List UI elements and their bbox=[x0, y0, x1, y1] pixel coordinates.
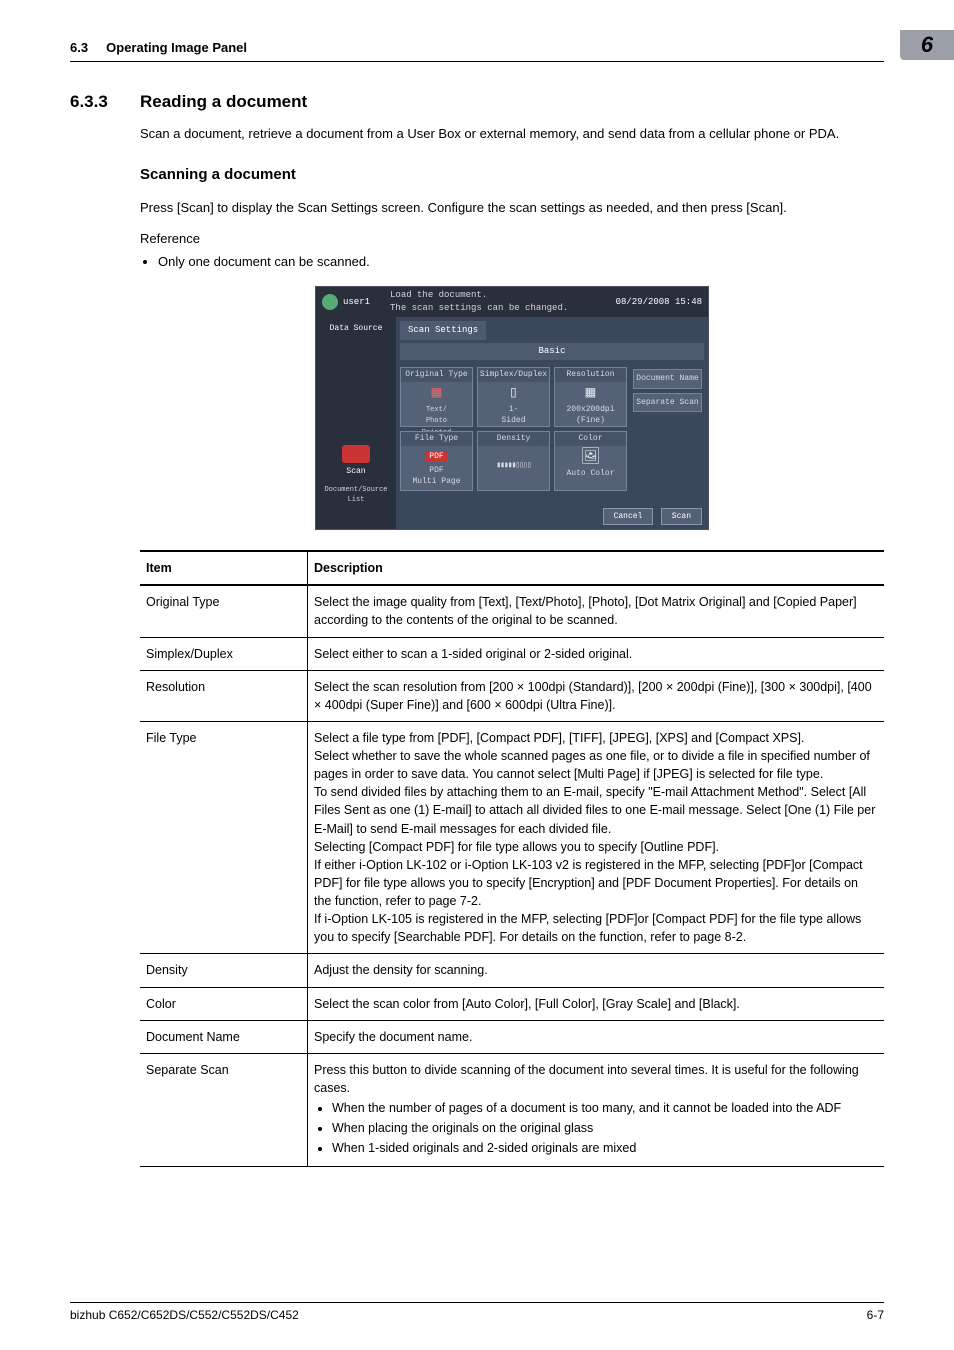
mfp-basic-tab[interactable]: Basic bbox=[400, 343, 704, 360]
reference-label: Reference bbox=[140, 230, 884, 249]
cell-item: Original Type bbox=[140, 585, 308, 637]
cell-desc: Specify the document name. bbox=[308, 1020, 885, 1053]
scanner-icon bbox=[342, 445, 370, 463]
reference-item: Only one document can be scanned. bbox=[158, 253, 884, 272]
cell-desc: Select the image quality from [Text], [T… bbox=[308, 585, 885, 637]
cell-desc-bullet: When the number of pages of a document i… bbox=[332, 1099, 878, 1117]
cell-desc: Select either to scan a 1-sided original… bbox=[308, 637, 885, 670]
mfp-msg1: Load the document. bbox=[390, 289, 568, 302]
header-rule bbox=[70, 61, 884, 62]
footer-model: bizhub C652/C652DS/C552/C552DS/C452 bbox=[70, 1308, 299, 1322]
mfp-data-source-label: Data Source bbox=[316, 323, 396, 335]
table-row: Resolution Select the scan resolution fr… bbox=[140, 670, 884, 721]
mfp-user: user1 bbox=[343, 296, 370, 309]
tile-header: Color bbox=[555, 432, 626, 446]
cell-desc-bullet: When placing the originals on the origin… bbox=[332, 1119, 878, 1137]
cell-item: File Type bbox=[140, 721, 308, 954]
subsection-intro: Press [Scan] to display the Scan Setting… bbox=[140, 199, 884, 218]
tile-value: 200x200dpi (Fine) bbox=[566, 405, 614, 426]
mfp-tab-scan-settings[interactable]: Scan Settings bbox=[400, 321, 486, 340]
mfp-tile-simplex-duplex[interactable]: Simplex/Duplex ▯ 1- Sided bbox=[477, 367, 550, 427]
color-icon: 🖼 bbox=[557, 449, 624, 465]
tile-header: File Type bbox=[401, 432, 472, 446]
table-row: File Type Select a file type from [PDF],… bbox=[140, 721, 884, 954]
cell-desc-text: Press this button to divide scanning of … bbox=[314, 1063, 859, 1095]
section-number: 6.3.3 bbox=[70, 92, 140, 112]
mfp-separate-scan-button[interactable]: Separate Scan bbox=[633, 393, 702, 413]
cell-desc: Press this button to divide scanning of … bbox=[308, 1053, 885, 1167]
tile-value: Auto Color bbox=[566, 469, 614, 478]
mfp-screenshot: user1 Load the document. The scan settin… bbox=[315, 286, 709, 530]
user-icon bbox=[322, 294, 338, 310]
table-row: Document Name Specify the document name. bbox=[140, 1020, 884, 1053]
table-row: Simplex/Duplex Select either to scan a 1… bbox=[140, 637, 884, 670]
mfp-document-name-button[interactable]: Document Name bbox=[633, 369, 702, 389]
tile-header: Simplex/Duplex bbox=[478, 368, 549, 382]
mfp-scan-button[interactable]: Scan bbox=[661, 508, 702, 526]
cell-item: Color bbox=[140, 987, 308, 1020]
tile-value: 1- Sided bbox=[501, 405, 525, 426]
cell-desc-bullet: When 1-sided originals and 2-sided origi… bbox=[332, 1139, 878, 1157]
footer-page-number: 6-7 bbox=[867, 1308, 884, 1322]
header-section-title: Operating Image Panel bbox=[106, 40, 247, 55]
settings-table: Item Description Original Type Select th… bbox=[140, 550, 884, 1167]
table-row: Color Select the scan color from [Auto C… bbox=[140, 987, 884, 1020]
table-row: Separate Scan Press this button to divid… bbox=[140, 1053, 884, 1167]
cell-desc: Adjust the density for scanning. bbox=[308, 954, 885, 987]
mfp-tile-color[interactable]: Color 🖼 Auto Color bbox=[554, 431, 627, 491]
cell-item: Resolution bbox=[140, 670, 308, 721]
chapter-badge: 6 bbox=[900, 30, 954, 60]
tile-value: ▮▮▮▮▮▯▯▯▯ bbox=[480, 460, 547, 472]
mfp-tile-resolution[interactable]: Resolution ▦ 200x200dpi (Fine) bbox=[554, 367, 627, 427]
mfp-msg2: The scan settings can be changed. bbox=[390, 302, 568, 315]
cell-item: Separate Scan bbox=[140, 1053, 308, 1167]
mfp-tile-file-type[interactable]: File Type PDF PDF Multi Page bbox=[400, 431, 473, 491]
tile-header: Resolution bbox=[555, 368, 626, 382]
cell-item: Document Name bbox=[140, 1020, 308, 1053]
section-heading: 6.3.3 Reading a document bbox=[70, 92, 884, 112]
cell-desc: Select the scan resolution from [200 × 1… bbox=[308, 670, 885, 721]
mfp-datetime: 08/29/2008 15:48 bbox=[616, 296, 702, 309]
table-row: Density Adjust the density for scanning. bbox=[140, 954, 884, 987]
cell-item: Density bbox=[140, 954, 308, 987]
reference-list: Only one document can be scanned. bbox=[140, 253, 884, 272]
page-icon: ▯ bbox=[480, 385, 547, 401]
table-head-desc: Description bbox=[308, 551, 885, 585]
mfp-scan-side-button[interactable]: Scan bbox=[316, 445, 396, 478]
header-section-num: 6.3 bbox=[70, 40, 88, 55]
mfp-cancel-button[interactable]: Cancel bbox=[603, 508, 654, 526]
tile-header: Original Type bbox=[401, 368, 472, 382]
pdf-icon: PDF bbox=[425, 452, 447, 462]
page-footer: bizhub C652/C652DS/C552/C552DS/C452 6-7 bbox=[70, 1302, 884, 1322]
tile-header: Density bbox=[478, 432, 549, 446]
tile-value: PDF Multi Page bbox=[403, 465, 470, 488]
table-row: Original Type Select the image quality f… bbox=[140, 585, 884, 637]
mfp-tile-original-type[interactable]: Original Type ▦ Text/ Photo Printed Phot… bbox=[400, 367, 473, 427]
grid-icon: ▦ bbox=[557, 385, 624, 401]
mfp-doc-source-button[interactable]: Document/Source List bbox=[316, 485, 396, 505]
table-head-item: Item bbox=[140, 551, 308, 585]
page-header: 6.3 Operating Image Panel bbox=[70, 40, 884, 55]
cell-item: Simplex/Duplex bbox=[140, 637, 308, 670]
cell-desc: Select the scan color from [Auto Color],… bbox=[308, 987, 885, 1020]
mfp-scan-side-label: Scan bbox=[316, 466, 396, 478]
original-type-icon: ▦ bbox=[403, 385, 470, 401]
section-title: Reading a document bbox=[140, 92, 307, 112]
subsection-title: Scanning a document bbox=[140, 164, 884, 186]
mfp-tile-density[interactable]: Density ▮▮▮▮▮▯▯▯▯ bbox=[477, 431, 550, 491]
cell-desc: Select a file type from [PDF], [Compact … bbox=[308, 721, 885, 954]
section-intro: Scan a document, retrieve a document fro… bbox=[140, 125, 884, 144]
